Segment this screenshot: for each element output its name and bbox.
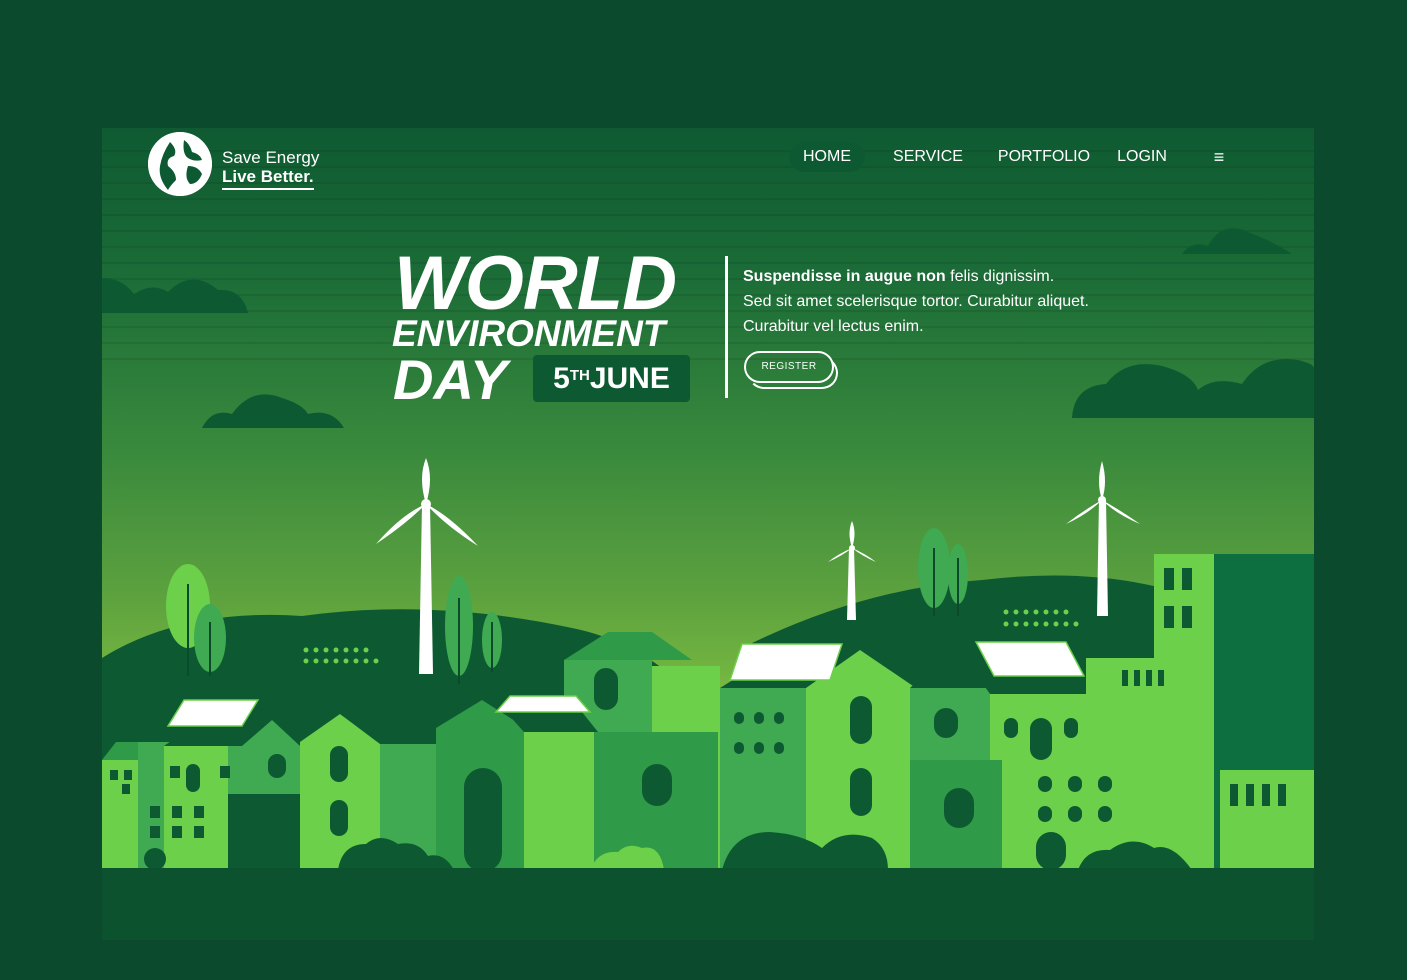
date-suffix: TH xyxy=(569,367,590,384)
desc-line-3: Curabitur vel lectus enim. xyxy=(743,318,924,335)
register-button[interactable]: REGISTER xyxy=(744,351,834,383)
desc-line-1: Suspendisse in augue non felis dignissim… xyxy=(743,264,1163,289)
nav-service[interactable]: SERVICE xyxy=(888,142,968,172)
hero-description: Suspendisse in augue non felis dignissim… xyxy=(743,264,1163,339)
hamburger-menu-icon[interactable]: ≡ xyxy=(1204,142,1234,172)
logo-tagline-top: Save Energy xyxy=(222,148,320,167)
date-badge: 5THJUNE xyxy=(533,355,690,402)
hero-title-world: WORLD xyxy=(394,241,677,326)
nav-portfolio[interactable]: PORTFOLIO xyxy=(994,142,1094,172)
site-logo[interactable]: Save Energy Live Better. xyxy=(148,132,348,196)
globe-icon xyxy=(148,132,212,196)
nav-home[interactable]: HOME xyxy=(789,142,865,172)
logo-tagline-bottom: Live Better. xyxy=(222,167,314,190)
landing-page-card: Save Energy Live Better. HOME SERVICE PO… xyxy=(102,128,1314,940)
date-number: 5 xyxy=(553,362,570,395)
vertical-divider xyxy=(725,256,728,398)
desc-rest: felis dignissim. xyxy=(945,268,1055,285)
nav-login[interactable]: LOGIN xyxy=(1112,142,1172,172)
city-scene-illustration xyxy=(102,150,1314,940)
hero-title-day: DAY xyxy=(393,348,508,411)
desc-bold: Suspendisse in augue non xyxy=(743,268,946,285)
desc-line-2: Sed sit amet scelerisque tortor. Curabit… xyxy=(743,293,1089,310)
date-month: JUNE xyxy=(589,362,670,395)
